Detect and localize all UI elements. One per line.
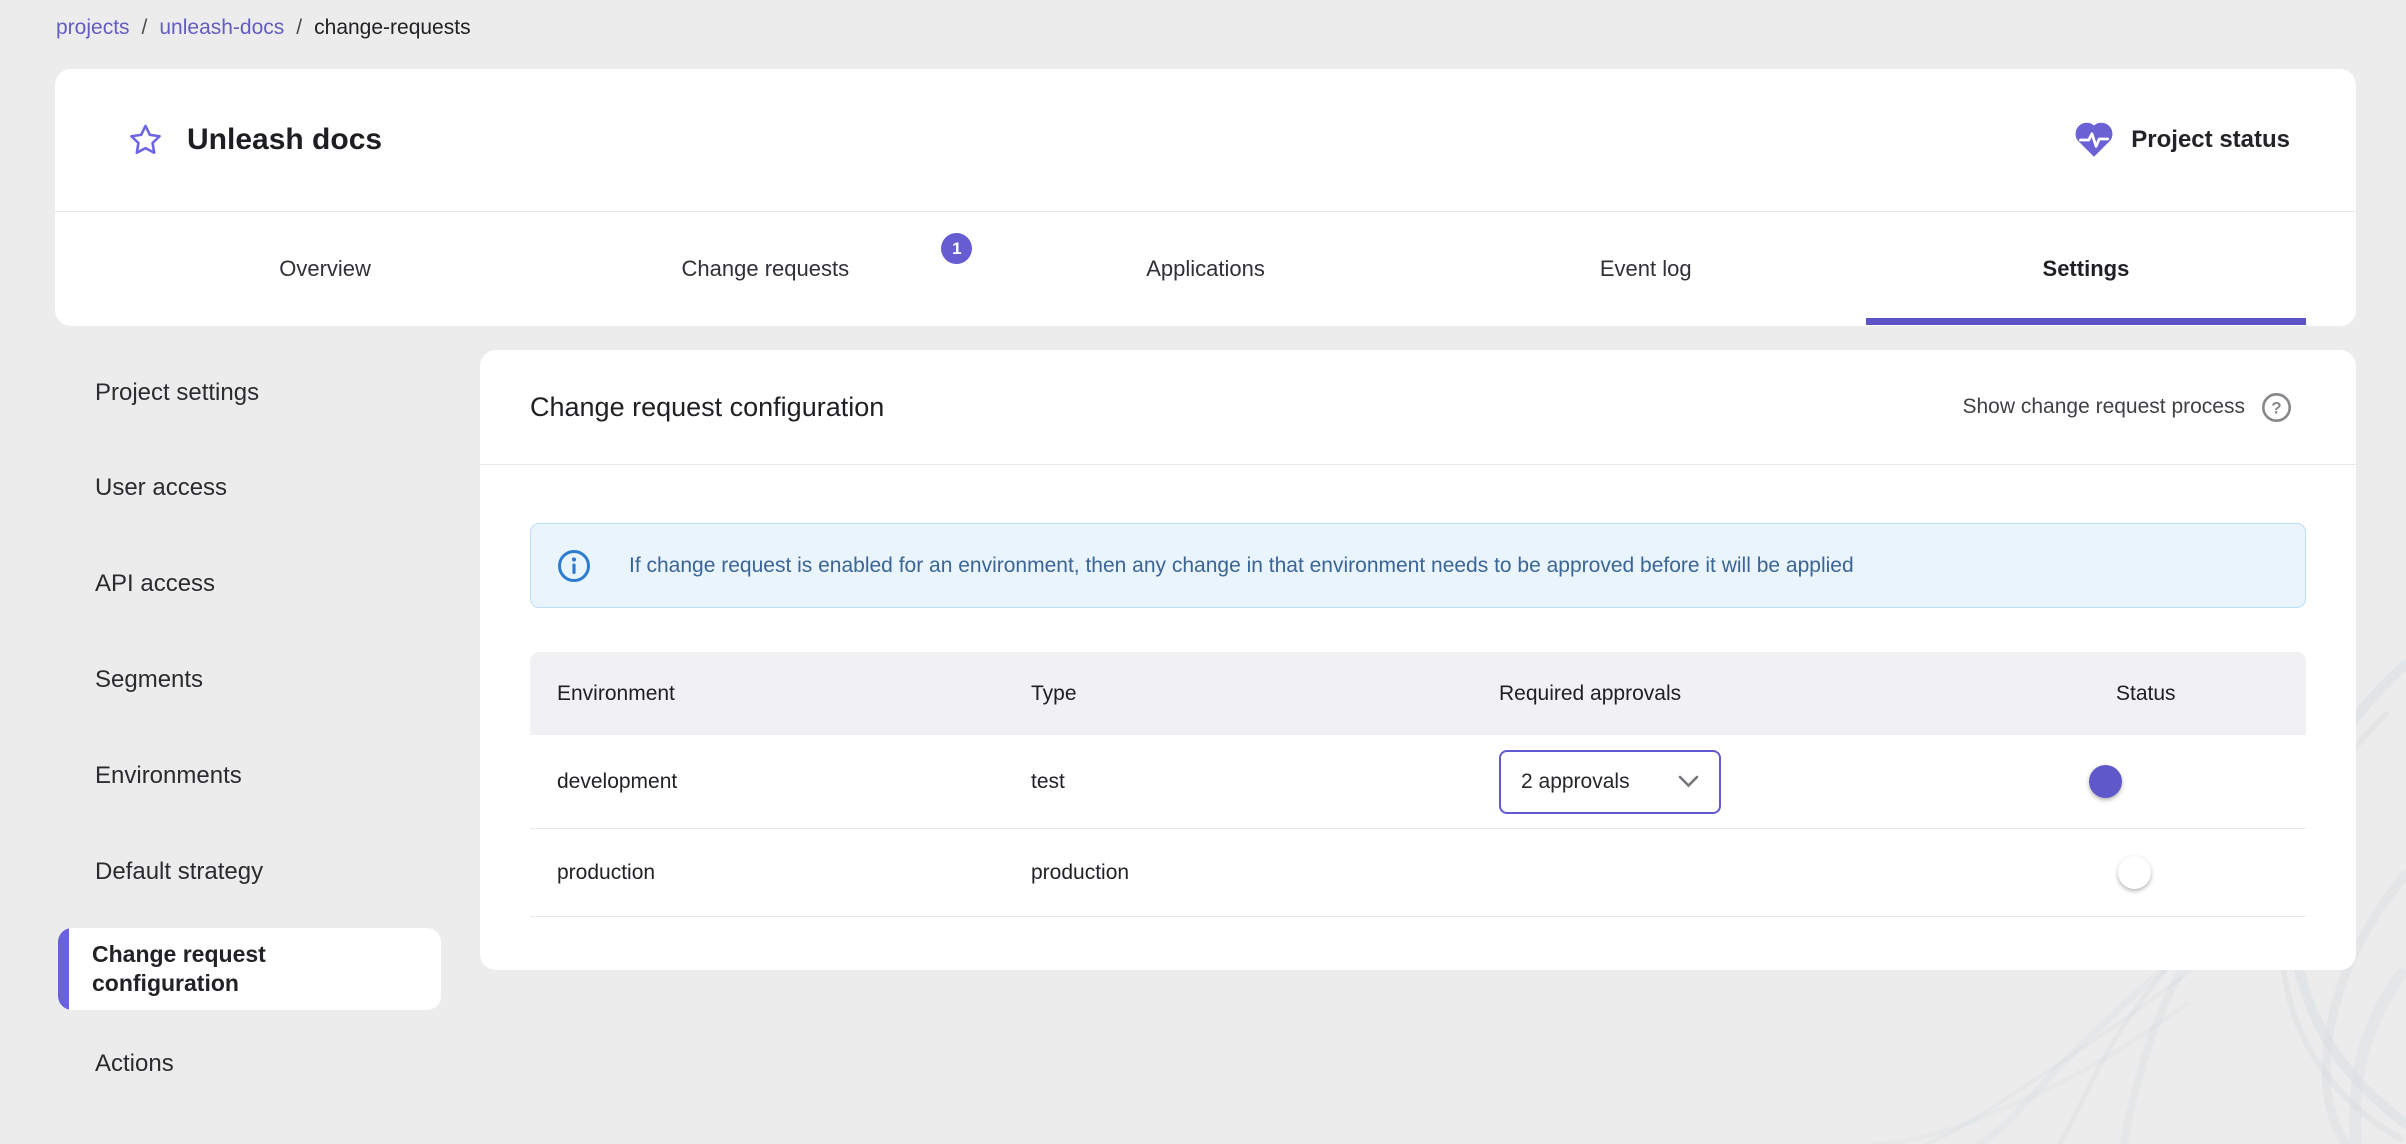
- info-icon: [558, 549, 590, 582]
- sidebar-item-change-request-configuration[interactable]: Change request configuration: [58, 928, 441, 1010]
- table-header-row: Environment Type Required approvals Stat…: [530, 652, 2306, 735]
- svg-text:?: ?: [2271, 398, 2281, 417]
- change-requests-badge: 1: [941, 233, 973, 264]
- sidebar-item-default-strategy[interactable]: Default strategy: [55, 857, 441, 887]
- project-status-button[interactable]: Project status: [2073, 121, 2290, 159]
- sidebar-item-segments[interactable]: Segments: [55, 665, 441, 695]
- toggle-thumb: [2118, 855, 2151, 889]
- tab-label: Applications: [1146, 255, 1265, 281]
- card-title: Change request configuration: [530, 391, 885, 422]
- settings-sidebar: Project settings User access API access …: [55, 0, 441, 1144]
- column-header-required-approvals: Required approvals: [1499, 681, 1682, 705]
- environments-table: Environment Type Required approvals Stat…: [530, 652, 2306, 917]
- card-header: Change request configuration Show change…: [480, 350, 2356, 465]
- sidebar-item-environments[interactable]: Environments: [55, 761, 441, 791]
- column-header-status: Status: [2116, 681, 2176, 705]
- table-row-development: development test 2 approvals: [530, 735, 2306, 829]
- sidebar-item-label: Change request configuration: [92, 941, 266, 996]
- table-row-production: production production: [530, 829, 2306, 917]
- change-request-configuration-card: Change request configuration Show change…: [480, 350, 2356, 970]
- sidebar-item-project-settings[interactable]: Project settings: [55, 378, 441, 408]
- tab-label: Settings: [2042, 255, 2130, 281]
- sidebar-item-user-access[interactable]: User access: [55, 473, 441, 503]
- tab-label: Event log: [1599, 255, 1692, 281]
- column-header-environment: Environment: [557, 681, 675, 705]
- toggle-thumb: [2089, 764, 2122, 798]
- required-approvals-cell: 2 approvals: [1472, 749, 2089, 814]
- show-change-request-process-link[interactable]: Show change request process ?: [1962, 392, 2292, 423]
- status-cell: [2089, 764, 2306, 798]
- info-alert-text: If change request is enabled for an envi…: [629, 553, 1854, 577]
- active-tab-indicator: [1865, 318, 2307, 325]
- help-circle-icon[interactable]: ?: [2261, 392, 2292, 423]
- show-change-request-process-label: Show change request process: [1962, 395, 2245, 418]
- column-header-type: Type: [1031, 681, 1077, 705]
- environment-cell: development: [557, 769, 678, 793]
- tab-event-log[interactable]: Event log: [1426, 212, 1866, 325]
- chevron-down-icon: [1678, 775, 1699, 788]
- selected-approvals-value: 2 approvals: [1521, 769, 1630, 793]
- environment-cell: production: [557, 860, 656, 884]
- project-settings-page: projects / unleash-docs / change-request…: [0, 0, 2406, 1144]
- sidebar-item-actions[interactable]: Actions: [55, 1049, 441, 1079]
- project-status-label: Project status: [2131, 126, 2290, 153]
- type-cell: test: [1031, 769, 1065, 793]
- status-cell: [2089, 855, 2306, 889]
- tab-applications[interactable]: Applications: [985, 212, 1425, 325]
- required-approvals-select[interactable]: 2 approvals: [1499, 749, 1721, 814]
- heart-pulse-icon: [2075, 122, 2113, 157]
- info-alert: If change request is enabled for an envi…: [530, 523, 2306, 608]
- tab-settings[interactable]: Settings: [1865, 212, 2307, 325]
- active-item-accent-bar: [58, 928, 69, 1010]
- tab-change-requests[interactable]: Change requests 1: [545, 212, 985, 325]
- type-cell: production: [1031, 860, 1130, 884]
- sidebar-item-api-access[interactable]: API access: [55, 569, 441, 599]
- tab-label: Change requests: [681, 255, 850, 281]
